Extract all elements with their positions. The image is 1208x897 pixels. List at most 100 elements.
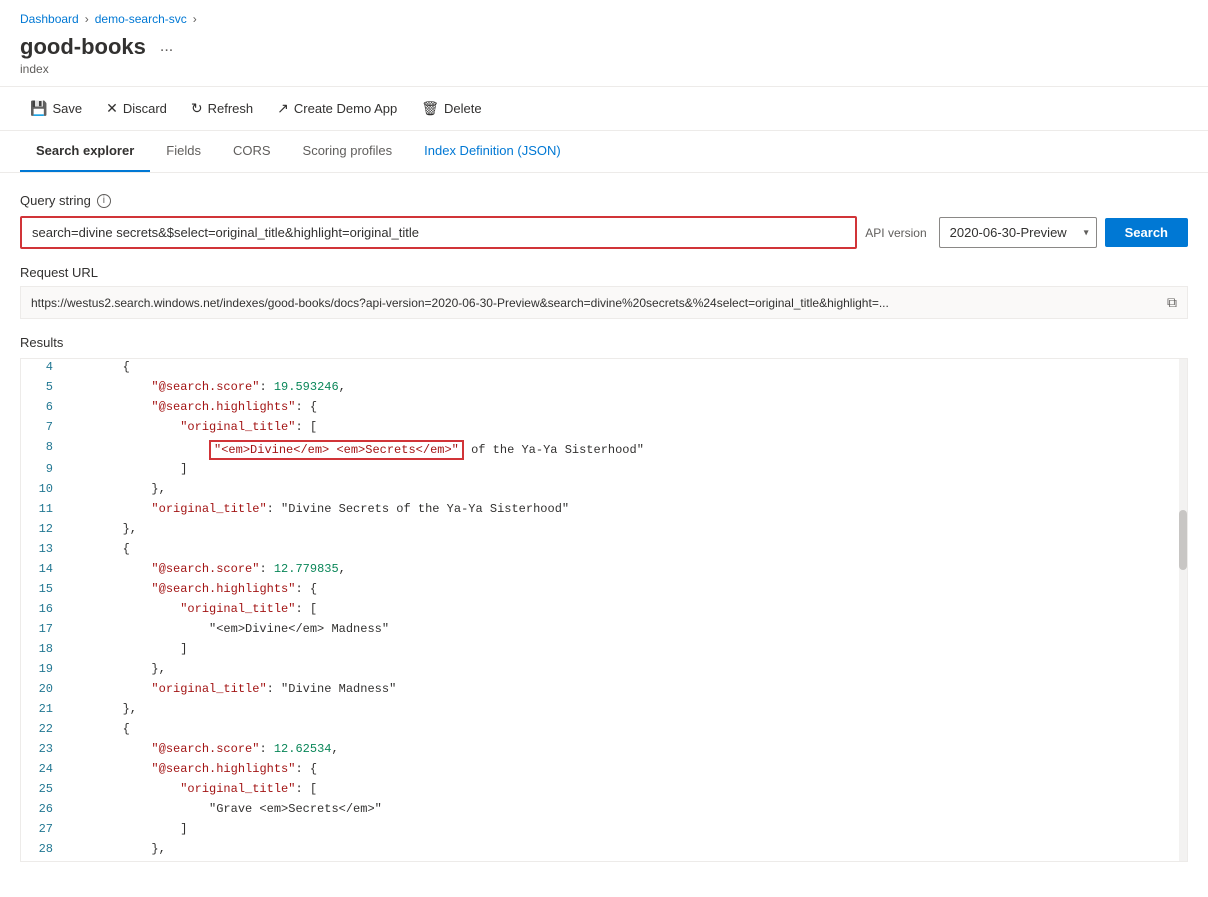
request-url-box: https://westus2.search.windows.net/index… <box>20 286 1188 319</box>
api-version-select[interactable]: 2020-06-30-Preview 2020-06-30 2019-05-06 <box>939 217 1097 248</box>
main-content: Query string i API version 2020-06-30-Pr… <box>0 173 1208 882</box>
table-row: 6 "@search.highlights": { <box>21 399 1187 419</box>
tab-index-definition[interactable]: Index Definition (JSON) <box>408 131 577 172</box>
table-row: 26 "Grave <em>Secrets</em>" <box>21 801 1187 821</box>
line-number: 4 <box>21 359 61 375</box>
line-number: 25 <box>21 781 61 797</box>
table-row: 19 }, <box>21 661 1187 681</box>
line-number: 9 <box>21 461 61 477</box>
table-row: 27 ] <box>21 821 1187 841</box>
line-content: { <box>61 359 1187 375</box>
results-box[interactable]: 4 {5 "@search.score": 19.593246,6 "@sear… <box>20 358 1188 862</box>
breadcrumb: Dashboard › demo-search-svc › <box>0 0 1208 30</box>
table-row: 7 "original_title": [ <box>21 419 1187 439</box>
ellipsis-button[interactable]: ... <box>156 36 177 58</box>
line-content: ] <box>61 641 1187 657</box>
query-row: API version 2020-06-30-Preview 2020-06-3… <box>20 216 1188 249</box>
copy-icon[interactable]: ⧉ <box>1167 294 1177 311</box>
refresh-button[interactable]: ↻ Refresh <box>181 95 263 122</box>
tab-fields[interactable]: Fields <box>150 131 217 172</box>
table-row: 24 "@search.highlights": { <box>21 761 1187 781</box>
line-number: 6 <box>21 399 61 415</box>
line-number: 12 <box>21 521 61 537</box>
table-row: 16 "original_title": [ <box>21 601 1187 621</box>
api-version-container: API version 2020-06-30-Preview 2020-06-3… <box>865 217 1096 248</box>
line-content: }, <box>61 521 1187 537</box>
table-row: 17 "<em>Divine</em> Madness" <box>21 621 1187 641</box>
table-row: 22 { <box>21 721 1187 741</box>
api-version-select-wrap: 2020-06-30-Preview 2020-06-30 2019-05-06… <box>939 217 1097 248</box>
line-content: "original_title": "Divine Madness" <box>61 681 1187 697</box>
line-number: 14 <box>21 561 61 577</box>
delete-button[interactable]: 🗑 Delete <box>411 95 491 122</box>
line-number: 10 <box>21 481 61 497</box>
line-content: "original_title": "Divine Secrets of the… <box>61 501 1187 517</box>
table-row: 5 "@search.score": 19.593246, <box>21 379 1187 399</box>
tab-cors[interactable]: CORS <box>217 131 287 172</box>
line-number: 17 <box>21 621 61 637</box>
line-content: "Grave <em>Secrets</em>" <box>61 801 1187 817</box>
save-icon: 💾 <box>30 100 47 117</box>
line-number: 28 <box>21 841 61 857</box>
line-number: 16 <box>21 601 61 617</box>
save-button[interactable]: 💾 Save <box>20 95 92 122</box>
line-content: "@search.highlights": { <box>61 761 1187 777</box>
table-row: 8 "<em>Divine</em> <em>Secrets</em>" of … <box>21 439 1187 461</box>
line-content: "@search.score": 19.593246, <box>61 379 1187 395</box>
line-content: }, <box>61 841 1187 857</box>
table-row: 14 "@search.score": 12.779835, <box>21 561 1187 581</box>
request-url-section: Request URL https://westus2.search.windo… <box>20 265 1188 319</box>
page-subtitle: index <box>0 62 1208 86</box>
results-section: Results 4 {5 "@search.score": 19.593246,… <box>20 335 1188 862</box>
discard-icon: ✕ <box>106 100 118 117</box>
line-number: 13 <box>21 541 61 557</box>
query-input-wrap <box>20 216 857 249</box>
line-content: }, <box>61 701 1187 717</box>
table-row: 9 ] <box>21 461 1187 481</box>
create-demo-app-button[interactable]: ↗ Create Demo App <box>267 95 407 122</box>
tab-search-explorer[interactable]: Search explorer <box>20 131 150 172</box>
line-number: 27 <box>21 821 61 837</box>
refresh-icon: ↻ <box>191 100 203 117</box>
breadcrumb-dashboard[interactable]: Dashboard <box>20 12 79 26</box>
results-label: Results <box>20 335 1188 350</box>
table-row: 21 }, <box>21 701 1187 721</box>
table-row: 20 "original_title": "Divine Madness" <box>21 681 1187 701</box>
api-version-label: API version <box>865 226 926 240</box>
toolbar: 💾 Save ✕ Discard ↻ Refresh ↗ Create Demo… <box>0 86 1208 131</box>
search-button[interactable]: Search <box>1105 218 1188 247</box>
line-content: "original_title": [ <box>61 601 1187 617</box>
scrollbar-track[interactable] <box>1179 359 1187 861</box>
line-number: 26 <box>21 801 61 817</box>
scrollbar-thumb[interactable] <box>1179 510 1187 570</box>
line-number: 15 <box>21 581 61 597</box>
table-row: 15 "@search.highlights": { <box>21 581 1187 601</box>
query-info-icon[interactable]: i <box>97 194 111 208</box>
line-content: "<em>Divine</em> Madness" <box>61 621 1187 637</box>
code-lines: 4 {5 "@search.score": 19.593246,6 "@sear… <box>21 359 1187 861</box>
breadcrumb-service[interactable]: demo-search-svc <box>95 12 187 26</box>
line-number: 21 <box>21 701 61 717</box>
delete-icon: 🗑 <box>421 100 439 117</box>
line-content: ] <box>61 821 1187 837</box>
line-number: 22 <box>21 721 61 737</box>
line-number: 20 <box>21 681 61 697</box>
page-title-row: good-books ... <box>0 30 1208 62</box>
query-label: Query string i <box>20 193 1188 208</box>
request-url-text: https://westus2.search.windows.net/index… <box>31 296 1159 310</box>
line-content: { <box>61 541 1187 557</box>
line-number: 24 <box>21 761 61 777</box>
line-number: 8 <box>21 439 61 455</box>
line-number: 19 <box>21 661 61 677</box>
query-section: Query string i API version 2020-06-30-Pr… <box>20 193 1188 249</box>
line-content: "@search.highlights": { <box>61 399 1187 415</box>
tab-scoring-profiles[interactable]: Scoring profiles <box>287 131 409 172</box>
line-content: "@search.score": 12.779835, <box>61 561 1187 577</box>
table-row: 10 }, <box>21 481 1187 501</box>
discard-button[interactable]: ✕ Discard <box>96 95 177 122</box>
line-content: "original_title": [ <box>61 781 1187 797</box>
line-content: "@search.highlights": { <box>61 581 1187 597</box>
table-row: 4 { <box>21 359 1187 379</box>
table-row: 23 "@search.score": 12.62534, <box>21 741 1187 761</box>
query-input[interactable] <box>22 218 855 247</box>
